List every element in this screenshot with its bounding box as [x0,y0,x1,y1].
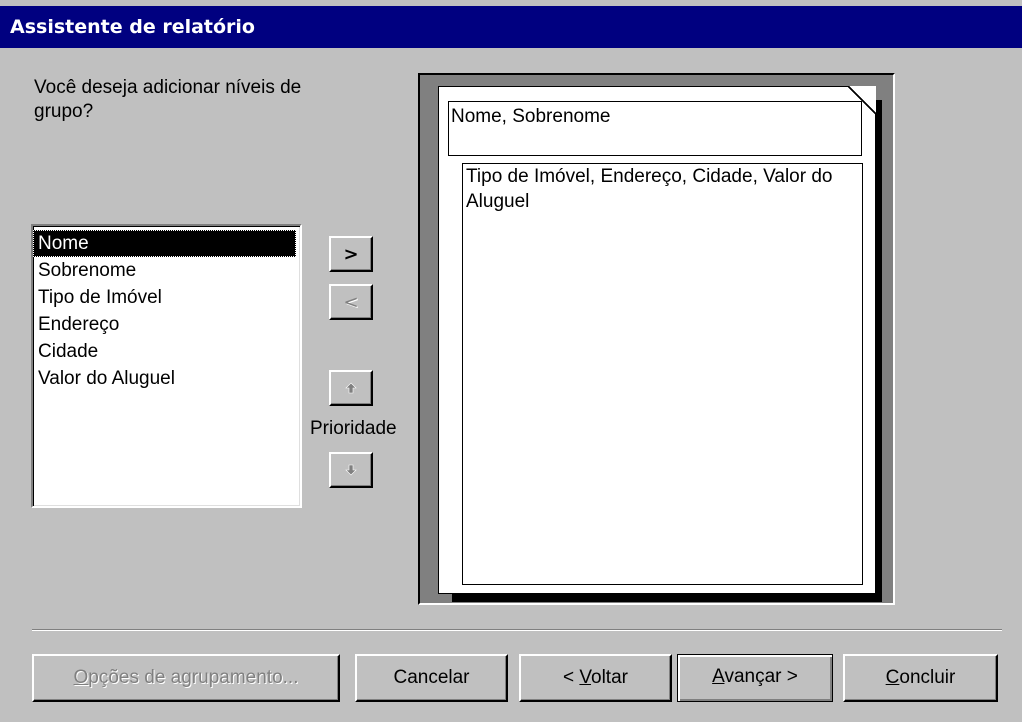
add-group-level-button[interactable]: > [329,236,373,272]
chevron-right-icon: > [343,243,359,265]
cancel-button[interactable]: Cancelar [355,654,508,702]
chevron-left-icon: < [343,291,359,313]
arrow-down-icon [345,464,357,476]
field-item-endereco[interactable]: Endereço [33,311,300,338]
field-item-cidade[interactable]: Cidade [33,338,300,365]
field-item-valor-do-aluguel[interactable]: Valor do Aluguel [33,365,300,392]
grouping-options-mnemonic: O [73,667,89,688]
back-prefix: < [563,667,580,688]
field-item-sobrenome[interactable]: Sobrenome [33,257,300,284]
finish-mnemonic: C [885,667,900,688]
available-fields-list[interactable]: Nome Sobrenome Tipo de Imóvel Endereço C… [31,224,302,508]
arrow-up-icon [345,382,357,394]
finish-button[interactable]: Concluir [843,654,998,702]
back-mnemonic: V [579,667,592,688]
field-item-nome[interactable]: Nome [33,230,296,257]
back-button[interactable]: < Voltar [519,654,672,702]
priority-up-button[interactable] [329,370,373,406]
preview-detail-fields: Tipo de Imóvel, Endereço, Cidade, Valor … [462,163,863,585]
preview-group-header: Nome, Sobrenome [448,101,862,156]
finish-label: oncluir [899,667,956,688]
grouping-options-button[interactable]: Opções de agrupamento... [32,654,340,702]
priority-label: Prioridade [310,418,397,439]
next-label: vançar > [724,666,798,687]
next-button[interactable]: Avançar > [677,654,833,702]
remove-group-level-button[interactable]: < [329,284,373,320]
priority-down-button[interactable] [329,452,373,488]
group-level-question: Você deseja adicionar níveis de grupo? [34,77,302,122]
grouping-options-label: pções de agrupamento... [88,667,299,688]
next-mnemonic: A [712,666,725,687]
back-label: oltar [591,667,628,688]
separator-line [32,629,1002,631]
field-item-tipo-de-imovel[interactable]: Tipo de Imóvel [33,284,300,311]
window-title: Assistente de relatório [0,6,1022,48]
